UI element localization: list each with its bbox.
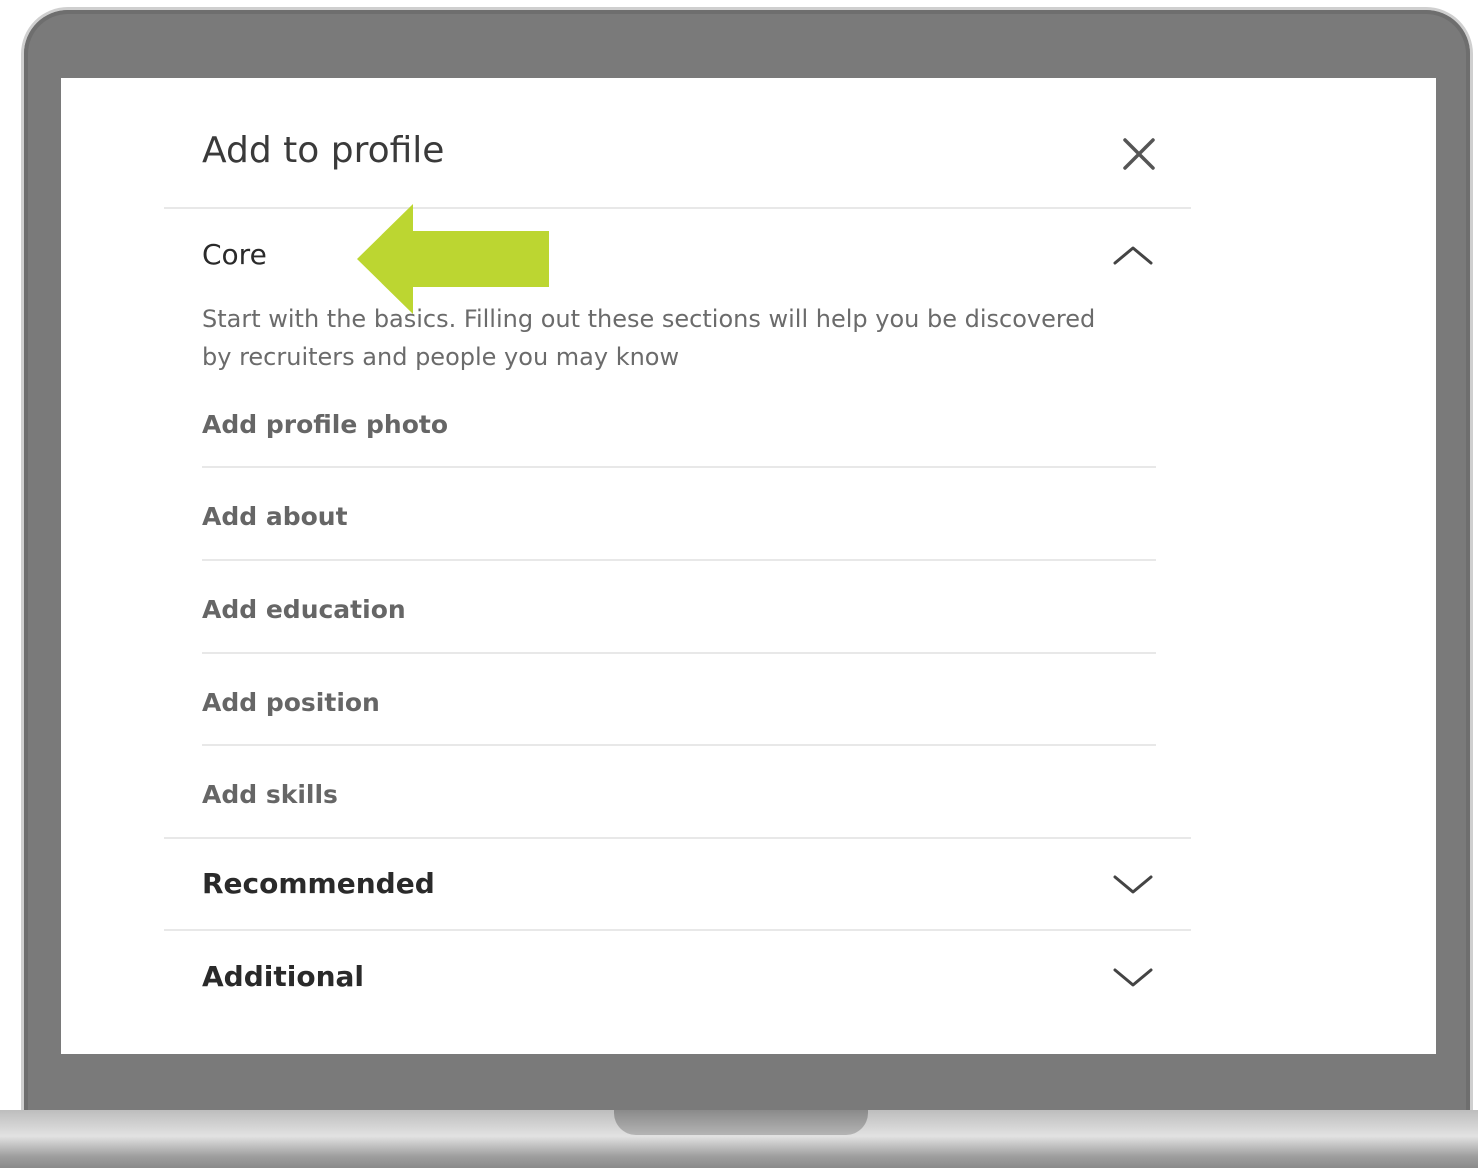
close-button[interactable] xyxy=(1119,134,1159,174)
add-education-item[interactable]: Add education xyxy=(202,593,1156,685)
close-icon xyxy=(1123,138,1155,170)
add-about-item[interactable]: Add about xyxy=(202,500,1156,592)
recommended-toggle[interactable] xyxy=(1109,871,1157,897)
item-label: Add skills xyxy=(202,780,338,809)
annotation-arrow-icon xyxy=(357,204,549,314)
divider xyxy=(202,744,1156,746)
divider xyxy=(202,559,1156,561)
add-position-item[interactable]: Add position xyxy=(202,686,1156,778)
item-label: Add profile photo xyxy=(202,410,448,439)
divider xyxy=(164,929,1191,931)
item-label: Add position xyxy=(202,688,380,717)
section-core-description: Start with the basics. Filling out these… xyxy=(202,305,1096,371)
additional-toggle[interactable] xyxy=(1109,964,1157,990)
item-label: Add education xyxy=(202,595,406,624)
laptop-hinge-notch xyxy=(614,1110,868,1135)
section-core-header[interactable]: Core xyxy=(202,238,267,271)
modal-title: Add to profile xyxy=(202,130,445,171)
item-label: Add about xyxy=(202,502,348,531)
screen: Add to profile Core Start with the basic… xyxy=(61,78,1436,1054)
chevron-down-icon xyxy=(1113,968,1153,987)
add-skills-item[interactable]: Add skills xyxy=(202,778,1156,870)
divider xyxy=(164,207,1191,209)
divider xyxy=(164,837,1191,839)
section-recommended-header[interactable]: Recommended xyxy=(202,867,435,900)
section-additional-header[interactable]: Additional xyxy=(202,960,364,993)
core-toggle[interactable] xyxy=(1109,242,1157,268)
chevron-up-icon xyxy=(1113,246,1153,265)
chevron-down-icon xyxy=(1113,875,1153,894)
divider xyxy=(202,652,1156,654)
divider xyxy=(202,466,1156,468)
add-profile-photo-item[interactable]: Add profile photo xyxy=(202,408,1156,500)
